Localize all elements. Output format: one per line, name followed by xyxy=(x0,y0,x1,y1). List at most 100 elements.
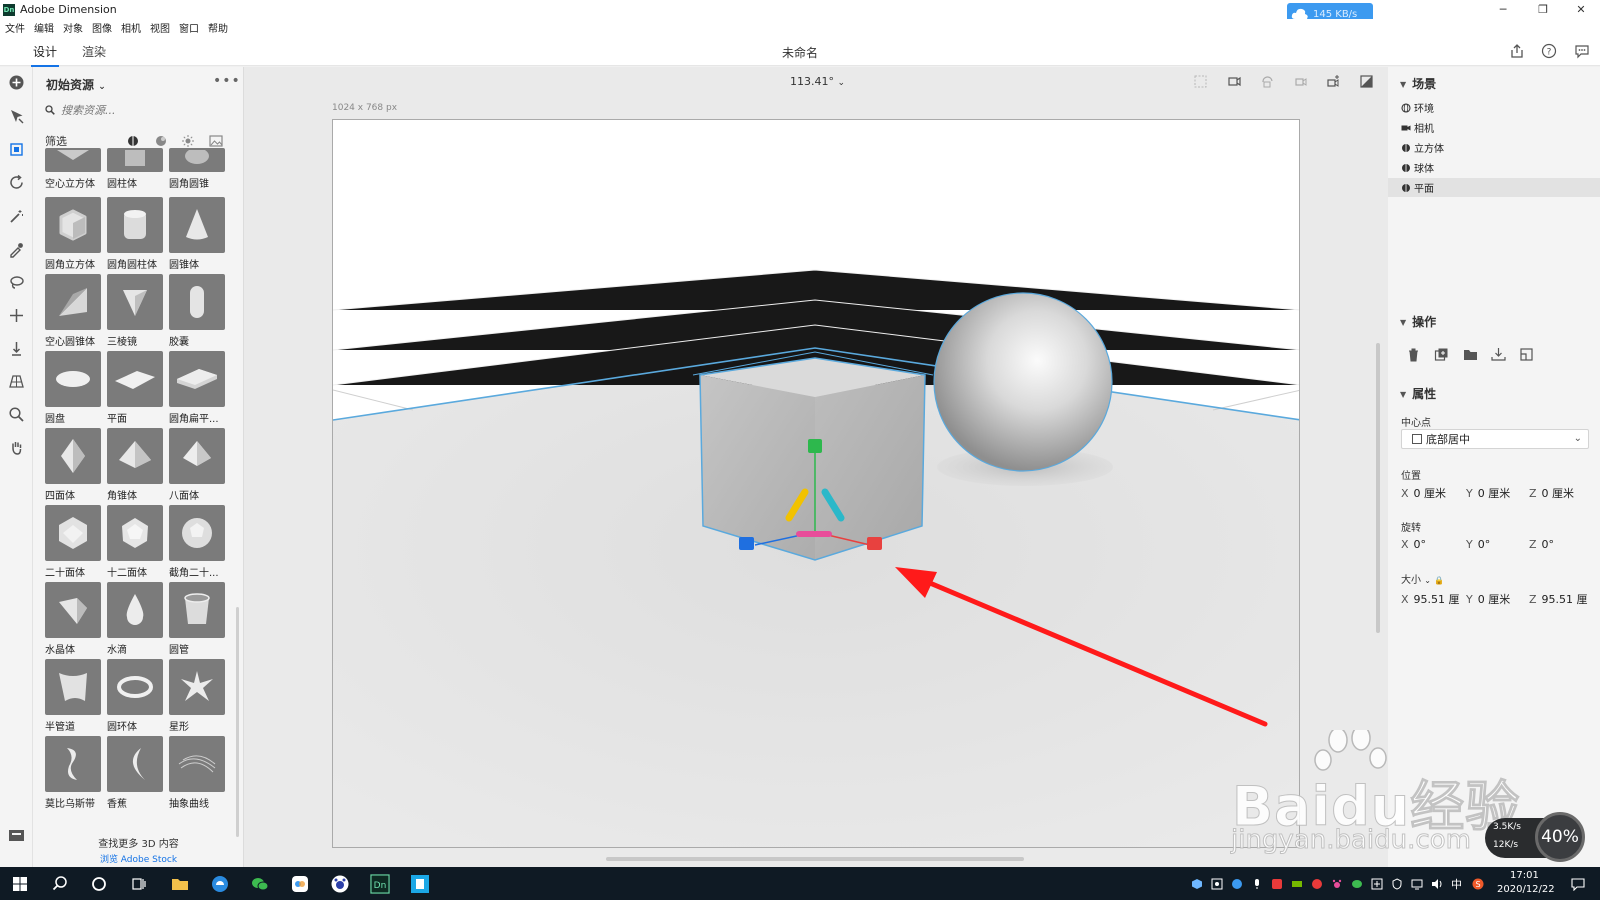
tray-mic-icon[interactable] xyxy=(1251,878,1263,890)
add-icon[interactable] xyxy=(8,74,25,91)
tab-render[interactable]: 渲染 xyxy=(82,43,106,60)
tab-design[interactable]: 设计 xyxy=(30,43,60,67)
sphere-object[interactable] xyxy=(933,292,1113,472)
center-point-select[interactable]: 底部居中 ⌄ xyxy=(1401,429,1589,449)
cpu-usage-indicator[interactable]: 40% xyxy=(1535,812,1585,862)
asset-pyramid[interactable]: 角锥体 xyxy=(107,428,165,502)
asset-mobius-strip[interactable]: 莫比乌斯带 xyxy=(45,736,103,810)
gizmo-x-handle[interactable] xyxy=(867,537,882,550)
tray-security-icon[interactable] xyxy=(1391,878,1403,890)
rotate-icon[interactable] xyxy=(8,174,25,191)
library-icon[interactable] xyxy=(8,828,25,842)
scene-item-cube[interactable]: 立方体 xyxy=(1388,138,1600,157)
search-icon[interactable] xyxy=(50,874,70,894)
asset-banana[interactable]: 香蕉 xyxy=(107,736,165,810)
menu-edit[interactable]: 编辑 xyxy=(34,20,54,35)
select-icon[interactable] xyxy=(8,108,25,125)
canvas-vertical-scrollbar[interactable] xyxy=(1376,343,1380,633)
size-label-row[interactable]: 大小 ⌄ 🔒 xyxy=(1401,571,1444,586)
actions-section-header[interactable]: ▼ 操作 xyxy=(1400,313,1436,330)
share-icon[interactable] xyxy=(1509,43,1525,59)
assets-scrollbar[interactable] xyxy=(236,607,239,837)
gizmo-z-handle[interactable] xyxy=(739,537,754,550)
asset-prism[interactable]: 三棱镜 xyxy=(107,274,165,348)
tray-gpu-icon[interactable] xyxy=(1291,878,1303,890)
asset-abstract-curve[interactable]: 抽象曲线 xyxy=(169,736,227,810)
cube-object[interactable] xyxy=(699,357,926,561)
pan-icon[interactable] xyxy=(1293,74,1308,89)
drop-icon[interactable] xyxy=(8,340,25,357)
duplicate-icon[interactable] xyxy=(1434,347,1449,362)
menu-camera[interactable]: 相机 xyxy=(121,20,141,35)
tray-volume-icon[interactable] xyxy=(1431,878,1443,890)
asset-rounded-flat[interactable]: 圆角扁平... xyxy=(169,351,227,425)
asset-water-drop[interactable]: 水滴 xyxy=(107,582,165,656)
menu-file[interactable]: 文件 xyxy=(5,20,25,35)
eyedropper-icon[interactable] xyxy=(8,241,25,258)
screenshot-tool-icon[interactable] xyxy=(410,874,430,894)
size-x-field[interactable]: X 95.51 厘 xyxy=(1401,591,1460,607)
tray-3d-icon[interactable] xyxy=(1191,878,1203,890)
asset-hollow-cone[interactable]: 空心圆锥体 xyxy=(45,274,103,348)
tray-shield-icon[interactable] xyxy=(1231,878,1243,890)
export-icon[interactable] xyxy=(1519,347,1534,362)
adobe-stock-link[interactable]: 浏览 Adobe Stock xyxy=(33,852,243,865)
model-filter-icon[interactable] xyxy=(126,134,140,148)
asset-dodecahedron[interactable]: 十二面体 xyxy=(107,505,165,579)
move-icon[interactable] xyxy=(8,307,25,324)
search-input[interactable] xyxy=(61,103,221,117)
position-z-field[interactable]: Z 0 厘米 xyxy=(1529,485,1574,501)
3d-viewport[interactable] xyxy=(332,119,1300,848)
asset-rounded-cylinder[interactable]: 圆角圆柱体 xyxy=(107,197,165,271)
tray-monitor-icon[interactable] xyxy=(1411,878,1423,890)
scene-section-header[interactable]: ▼ 场景 xyxy=(1400,75,1436,92)
menu-image[interactable]: 图像 xyxy=(92,20,112,35)
menu-view[interactable]: 视图 xyxy=(150,20,170,35)
position-y-field[interactable]: Y 0 厘米 xyxy=(1466,485,1510,501)
tray-record-icon[interactable] xyxy=(1311,878,1323,890)
asset-truncated-icosahedron[interactable]: 截角二十... xyxy=(169,505,227,579)
comment-icon[interactable] xyxy=(1574,43,1590,59)
trash-icon[interactable] xyxy=(1406,347,1421,362)
zoom-control[interactable]: 113.41° ⌄ xyxy=(790,75,845,88)
baidu-app-icon[interactable] xyxy=(330,874,350,894)
group-icon[interactable] xyxy=(1463,347,1478,362)
size-z-field[interactable]: Z 95.51 厘 xyxy=(1529,591,1588,607)
tray-paw-icon[interactable] xyxy=(1331,878,1343,890)
file-explorer-icon[interactable] xyxy=(170,874,190,894)
more-options-icon[interactable]: ••• xyxy=(213,73,241,89)
position-x-field[interactable]: X 0 厘米 xyxy=(1401,485,1446,501)
rotation-y-field[interactable]: Y 0° xyxy=(1466,538,1490,551)
gizmo-y-handle[interactable] xyxy=(808,439,822,453)
scene-item-camera[interactable]: 相机 xyxy=(1388,118,1600,137)
clock-time[interactable]: 17:01 xyxy=(1510,870,1539,881)
drop-to-ground-icon[interactable] xyxy=(1491,347,1506,362)
close-button[interactable]: ✕ xyxy=(1558,0,1600,19)
lasso-icon[interactable] xyxy=(8,274,25,291)
perspective-icon[interactable] xyxy=(8,373,25,390)
menu-help[interactable]: 帮助 xyxy=(208,20,228,35)
orbit-icon[interactable] xyxy=(1260,74,1275,89)
rotation-z-field[interactable]: Z 0° xyxy=(1529,538,1554,551)
zoom-icon[interactable] xyxy=(8,406,25,423)
asset-plane[interactable]: 平面 xyxy=(107,351,165,425)
asset-half-pipe[interactable]: 半管道 xyxy=(45,659,103,733)
scene-item-environment[interactable]: 环境 xyxy=(1388,98,1600,117)
assets-title[interactable]: 初始资源 ⌄ xyxy=(46,76,106,93)
tray-sogou-icon[interactable]: S xyxy=(1472,878,1484,890)
asset-capsule[interactable]: 胶囊 xyxy=(169,274,227,348)
camera-move-icon[interactable] xyxy=(1227,74,1242,89)
render-preview-icon[interactable] xyxy=(1359,74,1374,89)
light-filter-icon[interactable] xyxy=(181,134,195,148)
size-y-field[interactable]: Y 0 厘米 xyxy=(1466,591,1510,607)
help-icon[interactable]: ? xyxy=(1541,43,1557,59)
notification-icon[interactable] xyxy=(1571,877,1585,891)
material-filter-icon[interactable] xyxy=(154,134,168,148)
image-filter-icon[interactable] xyxy=(209,134,223,148)
rotation-x-field[interactable]: X 0° xyxy=(1401,538,1426,551)
wechat-icon[interactable] xyxy=(250,874,270,894)
asset-crystal[interactable]: 水晶体 xyxy=(45,582,103,656)
clock-date[interactable]: 2020/12/22 xyxy=(1497,884,1555,895)
canvas-horizontal-scrollbar[interactable] xyxy=(606,857,1024,861)
asset-cone[interactable]: 圆锥体 xyxy=(169,197,227,271)
